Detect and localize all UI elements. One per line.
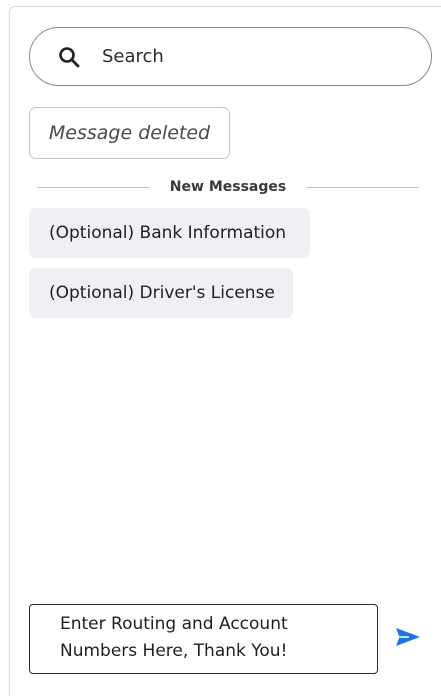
- send-button[interactable]: [393, 626, 423, 652]
- search-icon[interactable]: [56, 44, 82, 70]
- divider-line-right: [306, 186, 419, 188]
- divider-line-left: [38, 186, 150, 188]
- search-input[interactable]: [102, 46, 402, 67]
- new-messages-divider: New Messages: [38, 176, 419, 198]
- message-bubble: (Optional) Driver's License: [29, 268, 293, 318]
- send-icon: [394, 626, 422, 652]
- divider-label: New Messages: [169, 179, 287, 195]
- message-input[interactable]: Enter Routing and Account Numbers Here, …: [29, 604, 378, 674]
- deleted-message: Message deleted: [29, 107, 230, 159]
- search-bar[interactable]: [29, 27, 432, 86]
- message-bubble: (Optional) Bank Information: [29, 208, 310, 258]
